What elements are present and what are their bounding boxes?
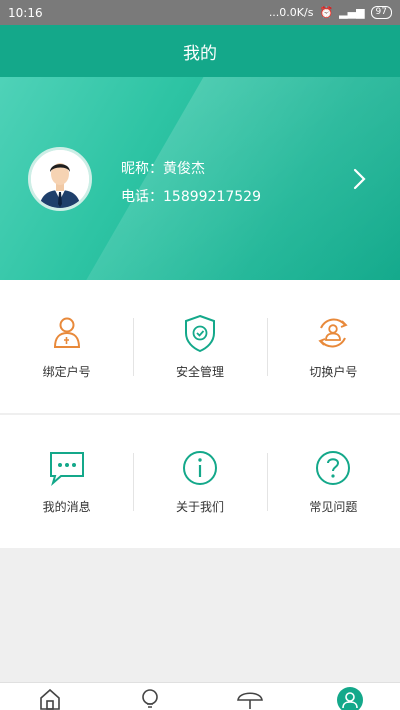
network-speed: ...0.0K/s — [268, 6, 314, 19]
about-us-button[interactable]: 关于我们 — [133, 415, 266, 548]
bind-account-button[interactable]: 绑定户号 — [0, 280, 133, 413]
page-title: 我的 — [0, 25, 400, 77]
info-menu: 我的消息 关于我们 常见问题 — [0, 415, 400, 548]
profile-info: 昵称：黄俊杰 电话：15899217529 — [121, 155, 261, 211]
security-button[interactable]: 安全管理 — [133, 280, 266, 413]
message-icon — [49, 452, 84, 486]
messages-button[interactable]: 我的消息 — [0, 415, 133, 548]
bind-account-label: 绑定户号 — [42, 365, 91, 379]
faq-label: 常见问题 — [309, 500, 358, 514]
question-icon — [316, 451, 351, 485]
nav-home[interactable] — [0, 683, 100, 710]
status-indicators: ...0.0K/s ⏰ ▂▄▆ 97 — [269, 6, 392, 19]
about-us-label: 关于我们 — [175, 500, 224, 514]
chevron-right-icon[interactable] — [350, 165, 370, 193]
bottom-navigation — [0, 682, 400, 710]
avatar[interactable] — [28, 147, 92, 211]
switch-account-button[interactable]: 切换户号 — [266, 280, 400, 413]
user-bind-icon — [53, 317, 80, 348]
umbrella-icon — [237, 692, 263, 709]
alarm-icon: ⏰ — [319, 6, 334, 19]
status-bar: 10:16 ...0.0K/s ⏰ ▂▄▆ 97 — [0, 0, 400, 25]
nickname: 昵称：黄俊杰 — [121, 161, 205, 177]
info-icon — [182, 451, 217, 485]
account-menu: 绑定户号 安全管理 切换户号 — [0, 280, 400, 413]
faq-button[interactable]: 常见问题 — [266, 415, 400, 548]
battery-indicator: 97 — [370, 6, 392, 19]
nav-insurance[interactable] — [200, 683, 300, 710]
shield-check-icon — [184, 314, 215, 353]
nav-tips[interactable] — [100, 683, 200, 710]
switch-account-label: 切换户号 — [309, 365, 358, 379]
user-switch-icon — [318, 318, 348, 348]
security-label: 安全管理 — [175, 365, 224, 379]
lightbulb-icon — [142, 689, 158, 708]
signal-icon: ▂▄▆ — [339, 6, 365, 19]
status-time: 10:16 — [8, 5, 43, 20]
messages-label: 我的消息 — [42, 500, 91, 514]
profile-card[interactable]: 昵称：黄俊杰 电话：15899217529 — [0, 77, 400, 280]
profile-icon — [337, 687, 363, 710]
nav-profile[interactable] — [300, 683, 400, 710]
phone-number: 电话：15899217529 — [121, 189, 261, 205]
home-icon — [40, 688, 60, 710]
